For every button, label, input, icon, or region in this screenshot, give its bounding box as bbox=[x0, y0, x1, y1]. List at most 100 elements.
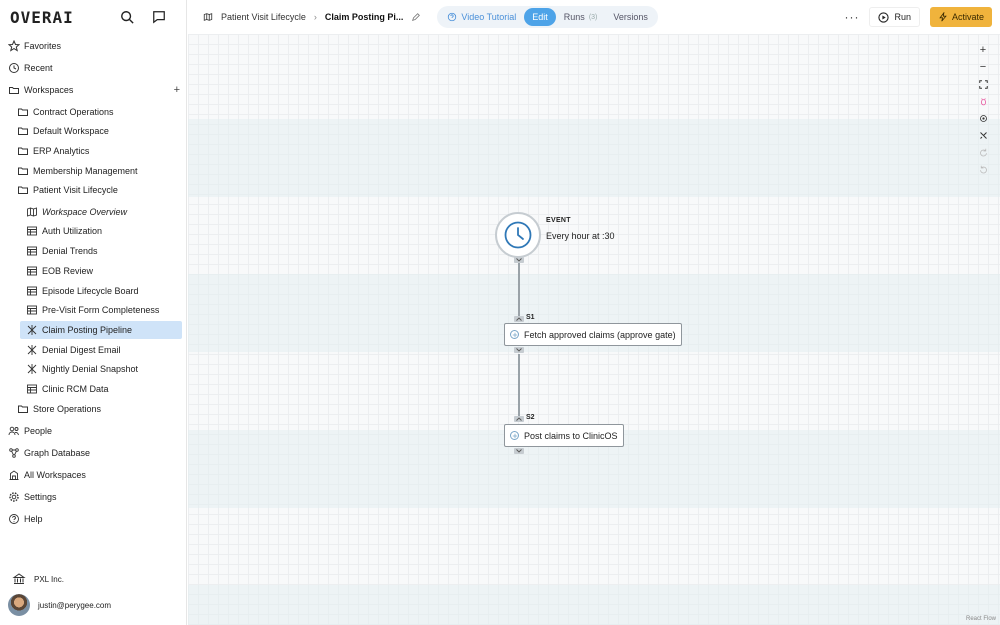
layout-icon[interactable] bbox=[977, 129, 989, 141]
sidebar-item-label: Default Workspace bbox=[33, 126, 109, 136]
sidebar-item-membership-management[interactable]: Membership Management bbox=[0, 161, 186, 181]
canvas-controls: + − bbox=[974, 44, 992, 175]
chat-icon[interactable] bbox=[152, 10, 166, 24]
sidebar-item-auth-utilization[interactable]: Auth Utilization bbox=[0, 221, 186, 241]
folder-icon bbox=[17, 125, 29, 137]
sidebar-item-label: Settings bbox=[24, 492, 57, 502]
lightning-icon bbox=[938, 12, 948, 22]
more-options-button[interactable]: ··· bbox=[844, 10, 859, 24]
sidebar-item-people[interactable]: People bbox=[0, 421, 186, 441]
sidebar-item-label: Favorites bbox=[24, 41, 62, 51]
graph-icon bbox=[8, 447, 20, 459]
undo-icon[interactable] bbox=[977, 163, 989, 175]
logo-row: OVERAI bbox=[0, 0, 186, 34]
run-label: Run bbox=[894, 12, 911, 22]
event-trigger-node[interactable] bbox=[495, 212, 541, 258]
edge-s1-to-s2[interactable] bbox=[518, 354, 520, 418]
tab-runs[interactable]: Runs (3) bbox=[556, 8, 606, 26]
s1-output-handle[interactable] bbox=[514, 347, 524, 353]
sidebar-item-label: Store Operations bbox=[33, 404, 102, 414]
event-schedule: Every hour at :30 bbox=[546, 231, 615, 241]
sidebar-item-favorites[interactable]: Favorites bbox=[0, 36, 186, 56]
zoom-out-button[interactable]: − bbox=[977, 61, 989, 73]
sidebar-item-patient-visit-lifecycle[interactable]: Patient Visit Lifecycle bbox=[0, 180, 186, 200]
zoom-in-button[interactable]: + bbox=[977, 44, 989, 56]
bank-icon bbox=[12, 572, 26, 586]
org-switcher[interactable]: PXL Inc. bbox=[0, 572, 186, 586]
s1-input-handle[interactable] bbox=[514, 316, 524, 322]
step-id-label: S2 bbox=[526, 414, 535, 421]
fit-view-button[interactable] bbox=[977, 78, 989, 90]
sidebar-item-graph-database[interactable]: Graph Database bbox=[0, 443, 186, 463]
s2-input-handle[interactable] bbox=[514, 416, 524, 422]
s2-output-handle[interactable] bbox=[514, 448, 524, 454]
sidebar-item-settings[interactable]: Settings bbox=[0, 487, 186, 507]
sidebar-item-label: All Workspaces bbox=[24, 470, 86, 480]
workflow-canvas[interactable]: + − EVENT Every hour at :30 S1 Fetch app… bbox=[188, 34, 1000, 625]
pencil-icon[interactable] bbox=[411, 12, 421, 22]
search-icon[interactable] bbox=[120, 10, 134, 24]
map-icon bbox=[203, 12, 213, 22]
sidebar-item-claim-posting-pipeline[interactable]: Claim Posting Pipeline bbox=[20, 321, 182, 339]
breadcrumb-separator: › bbox=[313, 12, 317, 22]
gear-icon bbox=[8, 491, 20, 503]
event-title: EVENT bbox=[546, 217, 571, 224]
workflow-icon bbox=[26, 363, 38, 375]
sidebar-item-all-workspaces[interactable]: All Workspaces bbox=[0, 465, 186, 485]
tab-label: Versions bbox=[613, 12, 648, 22]
sidebar-item-label: Workspace Overview bbox=[42, 207, 128, 217]
sidebar-item-help[interactable]: Help bbox=[0, 509, 186, 529]
app-logo[interactable]: OVERAI bbox=[10, 8, 74, 27]
tab-versions[interactable]: Versions bbox=[605, 8, 656, 26]
table-icon bbox=[26, 245, 38, 257]
sidebar-item-pre-visit-form-completeness[interactable]: Pre-Visit Form Completeness bbox=[0, 300, 186, 320]
table-icon bbox=[26, 285, 38, 297]
step-label: Fetch approved claims (approve gate) bbox=[524, 329, 676, 340]
sidebar-item-contract-operations[interactable]: Contract Operations bbox=[0, 102, 186, 122]
building-icon bbox=[8, 469, 20, 481]
user-email: justin@perygee.com bbox=[38, 600, 112, 610]
user-menu[interactable]: justin@perygee.com bbox=[0, 594, 186, 616]
sidebar-item-label: Claim Posting Pipeline bbox=[42, 325, 133, 335]
sidebar-item-episode-lifecycle-board[interactable]: Episode Lifecycle Board bbox=[0, 281, 186, 301]
sidebar-item-eob-review[interactable]: EOB Review bbox=[0, 261, 186, 281]
react-flow-attribution[interactable]: React Flow bbox=[966, 616, 996, 622]
org-name: PXL Inc. bbox=[34, 574, 64, 584]
tab-video-tutorial[interactable]: Video Tutorial bbox=[439, 8, 524, 26]
step-node-s1[interactable]: Fetch approved claims (approve gate) bbox=[504, 323, 682, 346]
activate-button[interactable]: Activate bbox=[929, 7, 992, 27]
sidebar-item-clinic-rcm-data[interactable]: Clinic RCM Data bbox=[0, 379, 186, 399]
folder-icon bbox=[17, 165, 29, 177]
sidebar-item-default-workspace[interactable]: Default Workspace bbox=[0, 121, 186, 141]
play-circle-icon bbox=[878, 11, 890, 23]
sidebar-item-label: Episode Lifecycle Board bbox=[42, 286, 139, 296]
sidebar-item-denial-digest-email[interactable]: Denial Digest Email bbox=[0, 340, 186, 360]
folder-icon bbox=[17, 106, 29, 118]
sidebar-item-label: People bbox=[24, 426, 53, 436]
sidebar-item-label: Help bbox=[24, 514, 43, 524]
folder-icon bbox=[17, 145, 29, 157]
redo-icon[interactable] bbox=[977, 146, 989, 158]
clock-icon bbox=[503, 220, 533, 250]
step-node-s2[interactable]: Post claims to ClinicOS bbox=[504, 424, 624, 447]
sidebar-item-denial-trends[interactable]: Denial Trends bbox=[0, 241, 186, 261]
sidebar-item-workspaces[interactable]: Workspaces + bbox=[0, 80, 186, 100]
sidebar-item-workspace-overview[interactable]: Workspace Overview bbox=[0, 202, 186, 222]
tab-edit[interactable]: Edit bbox=[524, 8, 556, 26]
bug-icon[interactable] bbox=[977, 95, 989, 107]
breadcrumb-workspace[interactable]: Patient Visit Lifecycle bbox=[221, 12, 306, 22]
step-label: Post claims to ClinicOS bbox=[524, 430, 618, 441]
sidebar-item-label: Membership Management bbox=[33, 166, 138, 176]
target-icon[interactable] bbox=[977, 112, 989, 124]
run-button[interactable]: Run bbox=[869, 7, 920, 27]
add-workspace-button[interactable]: + bbox=[174, 84, 180, 96]
event-output-handle[interactable] bbox=[514, 257, 524, 263]
sidebar: OVERAI Favorites Recent Workspaces + Con… bbox=[0, 0, 187, 625]
avatar bbox=[8, 594, 30, 616]
sidebar-item-nightly-denial-snapshot[interactable]: Nightly Denial Snapshot bbox=[0, 359, 186, 379]
edge-event-to-s1[interactable] bbox=[518, 263, 520, 320]
sidebar-item-recent[interactable]: Recent bbox=[0, 58, 186, 78]
folder-icon bbox=[17, 403, 29, 415]
sidebar-item-erp-analytics[interactable]: ERP Analytics bbox=[0, 141, 186, 161]
sidebar-item-store-operations[interactable]: Store Operations bbox=[0, 399, 186, 419]
